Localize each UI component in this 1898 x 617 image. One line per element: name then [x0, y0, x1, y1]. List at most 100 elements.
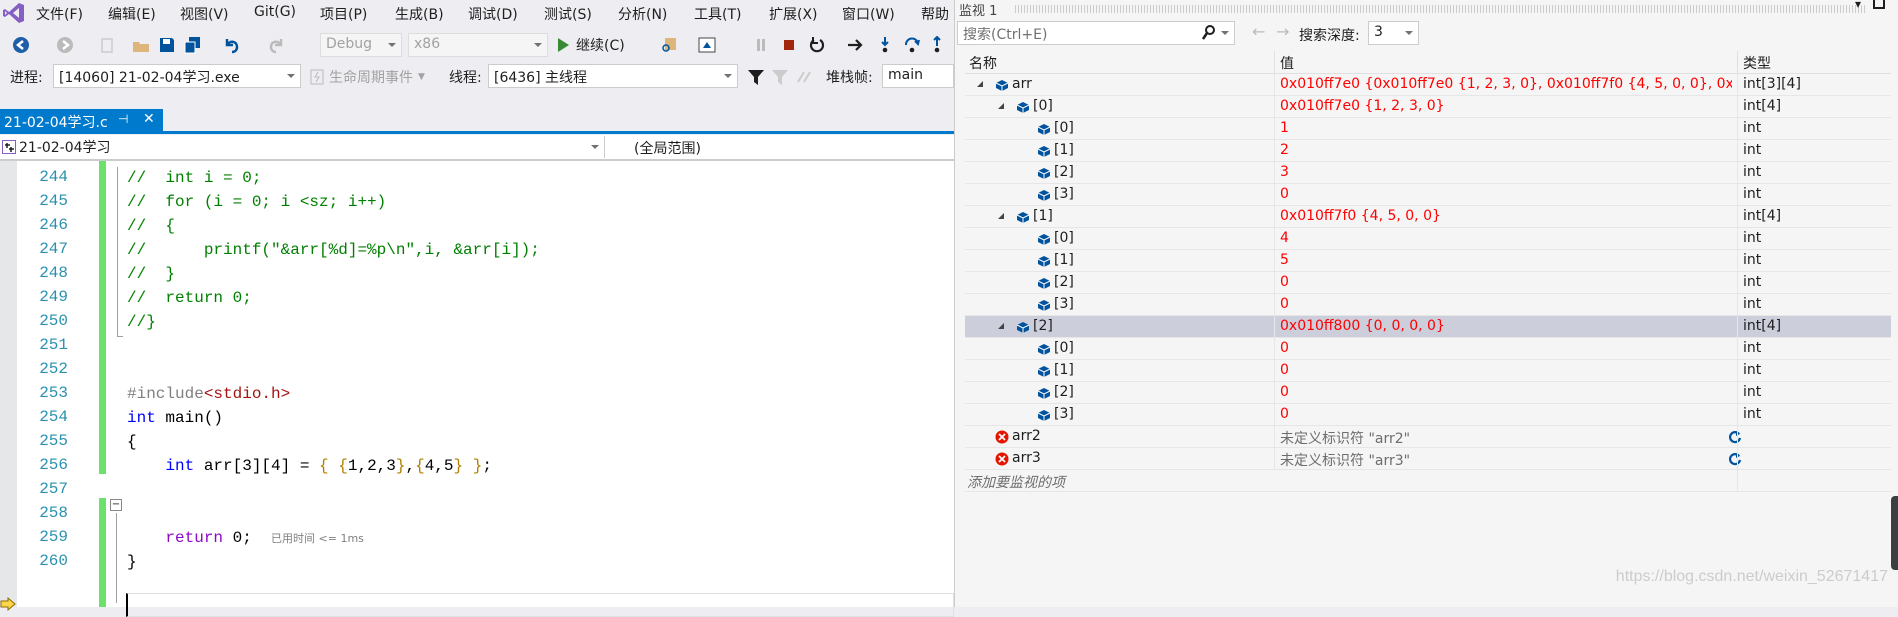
code-line[interactable]: // { — [127, 214, 175, 238]
new-item-icon[interactable] — [98, 36, 116, 54]
menu-test[interactable]: 测试(S) — [544, 4, 592, 24]
menu-help[interactable]: 帮助 — [921, 4, 954, 24]
menu-build[interactable]: 生成(B) — [395, 4, 444, 24]
watch-row[interactable]: arr 0x010ff7e0 {0x010ff7e0 {1, 2, 3, 0}, … — [965, 74, 1891, 96]
scope-dropdown[interactable]: (全局范围) — [612, 136, 954, 158]
pin-icon[interactable]: ⊣ — [118, 112, 128, 126]
watch-row[interactable]: [2] 0x010ff800 {0, 0, 0, 0} int[4] — [965, 316, 1891, 338]
watch-search-input[interactable]: 搜索(Ctrl+E) — [957, 21, 1235, 45]
collapse-toggle[interactable]: − — [110, 499, 122, 511]
watch-row-error[interactable]: arr2 未定义标识符 "arr2" — [965, 426, 1891, 448]
refresh-icon[interactable] — [1728, 430, 1742, 444]
restart-icon[interactable] — [808, 36, 826, 54]
diagnostics-icon[interactable] — [698, 36, 716, 54]
expand-toggle-icon[interactable] — [998, 323, 1004, 329]
save-all-icon[interactable] — [184, 36, 202, 54]
open-folder-icon[interactable] — [132, 36, 150, 54]
menu-edit[interactable]: 编辑(E) — [108, 4, 156, 24]
stack-frame-dropdown[interactable]: main — [882, 64, 954, 88]
search-forward-icon[interactable]: → — [1276, 22, 1289, 41]
window-menu-icon[interactable]: ▾ — [1855, 0, 1861, 11]
code-token: main() — [155, 409, 224, 427]
column-header-type[interactable]: 类型 — [1743, 53, 1771, 73]
search-icon[interactable] — [1202, 25, 1216, 41]
code-line[interactable]: } — [127, 550, 137, 574]
save-icon[interactable] — [158, 36, 176, 54]
pause-icon[interactable] — [752, 36, 770, 54]
watch-row[interactable]: [3] 0 int — [965, 404, 1891, 426]
watch-row[interactable]: [0] 0x010ff7e0 {1, 2, 3, 0} int[4] — [965, 96, 1891, 118]
tab-source-file[interactable]: 21-02-04学习.c ⊣ ✕ — [0, 109, 163, 133]
redo-icon[interactable] — [268, 36, 286, 54]
watch-row[interactable]: [3] 0 int — [965, 184, 1891, 206]
show-next-statement-icon[interactable] — [846, 36, 864, 54]
expand-toggle-icon[interactable] — [977, 81, 983, 87]
add-watch-item[interactable]: 添加要监视的项 — [965, 470, 1891, 492]
filter-icon[interactable] — [747, 68, 765, 86]
undo-icon[interactable] — [222, 36, 240, 54]
watch-row[interactable]: [2] 0 int — [965, 382, 1891, 404]
expand-toggle-icon[interactable] — [998, 103, 1004, 109]
code-line[interactable]: // return 0; — [127, 286, 252, 310]
column-header-name[interactable]: 名称 — [969, 53, 997, 73]
expand-toggle-icon[interactable] — [998, 213, 1004, 219]
menu-debug[interactable]: 调试(D) — [468, 4, 518, 24]
flag-threads-icon[interactable] — [795, 68, 813, 86]
drag-grip[interactable] — [1015, 5, 1865, 13]
watch-row[interactable]: [1] 2 int — [965, 140, 1891, 162]
forward-icon[interactable] — [56, 36, 74, 54]
watch-row[interactable]: [3] 0 int — [965, 294, 1891, 316]
find-in-files-icon[interactable] — [660, 36, 678, 54]
watch-row[interactable]: [2] 3 int — [965, 162, 1891, 184]
code-line[interactable]: #include<stdio.h> — [127, 382, 290, 406]
search-depth-dropdown[interactable]: 3 — [1368, 21, 1419, 45]
watch-row[interactable]: [1] 0x010ff7f0 {4, 5, 0, 0} int[4] — [965, 206, 1891, 228]
code-editor[interactable]: 244 // int i = 0; 245 // for (i = 0; i <sz;… — [0, 161, 954, 617]
code-line[interactable]: // int i = 0; — [127, 166, 261, 190]
step-over-icon[interactable] — [903, 36, 921, 54]
process-dropdown[interactable]: [14060] 21-02-04学习.exe — [53, 64, 301, 88]
continue-button[interactable]: 继续(C) — [556, 35, 625, 55]
watch-row[interactable]: [0] 0 int — [965, 338, 1891, 360]
menu-analyze[interactable]: 分析(N) — [618, 4, 667, 24]
step-out-icon[interactable] — [928, 36, 946, 54]
menu-git[interactable]: Git(G) — [254, 4, 296, 20]
menu-window[interactable]: 窗口(W) — [842, 4, 895, 24]
stop-icon[interactable] — [780, 36, 798, 54]
step-into-icon[interactable] — [876, 36, 894, 54]
platform-dropdown[interactable]: x86 — [408, 33, 548, 57]
maximize-icon[interactable] — [1873, 0, 1885, 9]
menu-project[interactable]: 项目(P) — [320, 4, 367, 24]
watch-row[interactable]: [2] 0 int — [965, 272, 1891, 294]
code-line[interactable]: { — [127, 430, 137, 454]
column-header-value[interactable]: 值 — [1280, 53, 1294, 73]
filter-off-icon[interactable] — [771, 68, 789, 86]
back-icon[interactable] — [12, 36, 30, 54]
menu-view[interactable]: 视图(V) — [180, 4, 229, 24]
code-line[interactable]: int main() — [127, 406, 223, 430]
watch-row[interactable]: [0] 4 int — [965, 228, 1891, 250]
line-number: 252 — [39, 360, 68, 378]
refresh-icon[interactable] — [1728, 452, 1742, 466]
code-line[interactable]: // } — [127, 262, 175, 286]
thread-dropdown[interactable]: [6436] 主线程 — [488, 64, 738, 88]
watch-row[interactable]: [0] 1 int — [965, 118, 1891, 140]
watch-row[interactable]: [1] 0 int — [965, 360, 1891, 382]
code-line[interactable]: //} — [127, 310, 156, 334]
watch-row-error[interactable]: arr3 未定义标识符 "arr3" — [965, 448, 1891, 470]
configuration-dropdown[interactable]: Debug — [320, 33, 402, 57]
close-icon[interactable]: ✕ — [143, 111, 155, 127]
code-line[interactable]: int arr[3][4] = { {1,2,3},{4,5} }; — [127, 454, 492, 478]
code-line[interactable]: // for (i = 0; i <sz; i++) — [127, 190, 386, 214]
code-line[interactable]: return 0; 已用时间 <= 1ms — [127, 526, 364, 551]
lifecycle-events-button[interactable]: 生命周期事件 ▼ — [310, 67, 425, 87]
watch-type: int — [1743, 230, 1762, 246]
menu-file[interactable]: 文件(F) — [36, 4, 83, 24]
menu-extensions[interactable]: 扩展(X) — [769, 4, 818, 24]
code-line[interactable]: // printf("&arr[%d]=%p\n",i, &arr[i]); — [127, 238, 540, 262]
menu-tools[interactable]: 工具(T) — [694, 4, 741, 24]
project-dropdown[interactable]: 21-02-04学习 — [0, 136, 605, 158]
search-back-icon[interactable]: ← — [1252, 22, 1265, 41]
thread-label: 线程: — [449, 70, 482, 86]
watch-row[interactable]: [1] 5 int — [965, 250, 1891, 272]
